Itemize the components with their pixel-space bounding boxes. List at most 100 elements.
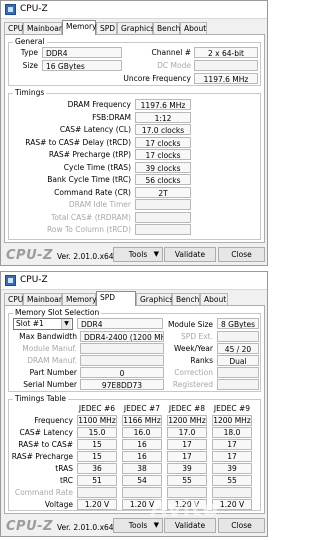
module-size-value: 8 GBytes — [217, 318, 259, 329]
tools-button-label: Tools — [128, 250, 148, 259]
tab-about[interactable]: About — [200, 293, 228, 305]
timings-group-title: Timings — [13, 88, 47, 97]
correction-label: Correction — [174, 368, 213, 377]
dram-manuf-label: DRAM Manuf. — [27, 356, 77, 365]
close-button[interactable]: Close — [218, 247, 265, 262]
uncore-label: Uncore Frequency — [123, 74, 191, 83]
jedec-cell: 1200 MHz — [167, 415, 207, 426]
tools-button[interactable]: Tools ▼ — [113, 247, 163, 262]
memory-slot-group-title: Memory Slot Selection — [13, 308, 102, 317]
tab-cpu[interactable]: CPU — [4, 293, 23, 305]
channel-label: Channel # — [151, 48, 191, 57]
title-bar[interactable]: CPU-Z — [1, 272, 267, 290]
chevron-down-icon: ▼ — [61, 319, 71, 329]
general-group: General Type DDR4 Size 16 GBytes Channel… — [8, 37, 261, 86]
jedec-row-label: tRC — [59, 476, 73, 485]
timings-table-title: Timings Table — [13, 394, 69, 403]
jedec-cell: 55 — [212, 475, 252, 486]
type-value: DDR4 — [42, 47, 122, 58]
timing-label: FSB:DRAM — [92, 112, 131, 122]
jedec-cell: 16.0 — [122, 427, 162, 438]
jedec-cell: 18.0 — [212, 427, 252, 438]
window-title: CPU-Z — [20, 4, 48, 14]
jedec-cell: 17 — [167, 439, 207, 450]
tab-cpu[interactable]: CPU — [4, 22, 23, 34]
tab-mainboard[interactable]: Mainboard — [23, 22, 67, 34]
slot-select-value: Slot #1 — [16, 319, 44, 328]
tools-button-label: Tools — [128, 521, 148, 530]
timing-value: 17 clocks — [135, 149, 191, 160]
timing-value: 1:12 — [135, 111, 191, 123]
serial-number-label: Serial Number — [23, 380, 77, 389]
close-button[interactable]: Close — [218, 518, 265, 533]
chevron-down-icon: ▼ — [153, 250, 159, 258]
timing-label: Command Rate (CR) — [54, 187, 131, 197]
title-bar[interactable]: CPU-Z — [1, 1, 267, 19]
cpuz-window-memory: CPU-Z CPU Mainboard Memory SPD Graphics … — [0, 0, 268, 266]
footer: CPU-Z Ver. 2.01.0.x64 Tools ▼ Validate C… — [1, 245, 267, 265]
timings-table-group: Timings Table JEDEC #6 JEDEC #7 JEDEC #8 JE… — [8, 394, 261, 511]
slot-select[interactable]: Slot #1 ▼ — [13, 318, 73, 330]
timing-value — [135, 199, 191, 210]
jedec-column-header: JEDEC #8 — [168, 404, 206, 413]
general-group-title: General — [13, 37, 47, 46]
jedec-cell: 39 — [212, 463, 252, 474]
week-year-label: Week/Year — [174, 344, 213, 353]
spd-ext-label: SPD Ext. — [181, 332, 213, 341]
dram-manuf-value — [80, 355, 164, 366]
timing-label: DRAM Idle Timer — [68, 200, 131, 209]
slot-type-value: DDR4 — [77, 318, 163, 329]
jedec-cell: 1166 MHz — [122, 415, 162, 426]
jedec-column-header: JEDEC #7 — [123, 404, 161, 413]
jedec-cell: 15 — [77, 451, 117, 462]
max-bandwidth-label: Max Bandwidth — [19, 332, 77, 341]
jedec-cell: 39 — [167, 463, 207, 474]
timing-label: RAS# Precharge (tRP) — [48, 150, 131, 159]
memory-panel: General Type DDR4 Size 16 GBytes Channel… — [4, 34, 265, 243]
jedec-row-label: tRAS — [55, 464, 73, 473]
jedec-cell: 1200 MHz — [212, 415, 252, 426]
tab-graphics[interactable]: Graphics — [117, 22, 154, 34]
cpuz-app-icon — [5, 4, 16, 15]
jedec-cell: 36 — [77, 463, 117, 474]
memory-slot-group: Memory Slot Selection Slot #1 ▼ DDR4 Max… — [8, 308, 261, 392]
jedec-cell: 15 — [77, 439, 117, 450]
jedec-row-label: Frequency — [34, 416, 73, 425]
jedec-cell: 51 — [77, 475, 117, 486]
timing-label: CAS# Latency (CL) — [59, 125, 131, 134]
jedec-column-header: JEDEC #9 — [213, 404, 251, 413]
jedec-cell: 17 — [212, 439, 252, 450]
max-bandwidth-value: DDR4-2400 (1200 MHz) — [80, 331, 164, 342]
timing-value — [135, 224, 191, 235]
tab-bench[interactable]: Bench — [172, 293, 200, 305]
jedec-cell: 17.0 — [167, 427, 207, 438]
timing-value: 1197.6 MHz — [135, 99, 191, 110]
timing-value — [135, 211, 191, 223]
size-label: Size — [22, 61, 38, 70]
tab-bench[interactable]: Bench — [153, 22, 180, 34]
jedec-row-label: CAS# Latency — [19, 428, 73, 437]
tab-spd[interactable]: SPD — [96, 291, 136, 306]
tab-memory[interactable]: Memory — [62, 20, 97, 35]
tab-about[interactable]: About — [180, 22, 207, 34]
jedec-row-label: RAS# to CAS# — [18, 440, 73, 449]
timing-label: Total CAS# (tRDRAM) — [51, 212, 131, 222]
jedec-row-label: Voltage — [44, 500, 73, 509]
ranks-value: Dual — [217, 355, 259, 366]
jedec-row-label: Command Rate — [14, 488, 73, 497]
uncore-value: 1197.6 MHz — [194, 73, 258, 84]
tab-spd[interactable]: SPD — [96, 22, 117, 34]
jedec-cell — [77, 487, 117, 498]
tab-mainboard[interactable]: Mainboard — [23, 293, 67, 305]
timing-label: Bank Cycle Time (tRC) — [47, 175, 131, 184]
jedec-cell: 1.20 V — [77, 499, 117, 510]
ranks-label: Ranks — [190, 356, 213, 365]
validate-button[interactable]: Validate — [164, 247, 216, 262]
tab-memory[interactable]: Memory — [62, 293, 97, 305]
cpuz-brand-logo: CPU-Z — [6, 248, 53, 263]
tab-graphics[interactable]: Graphics — [136, 293, 173, 305]
tab-bar: CPU Mainboard Memory SPD Graphics Bench … — [4, 20, 266, 35]
correction-value — [217, 367, 259, 378]
timings-group: Timings DRAM Frequency 1197.6 MHz FSB:DRAM… — [8, 88, 261, 240]
cpuz-brand-logo: CPU-Z — [6, 519, 53, 534]
